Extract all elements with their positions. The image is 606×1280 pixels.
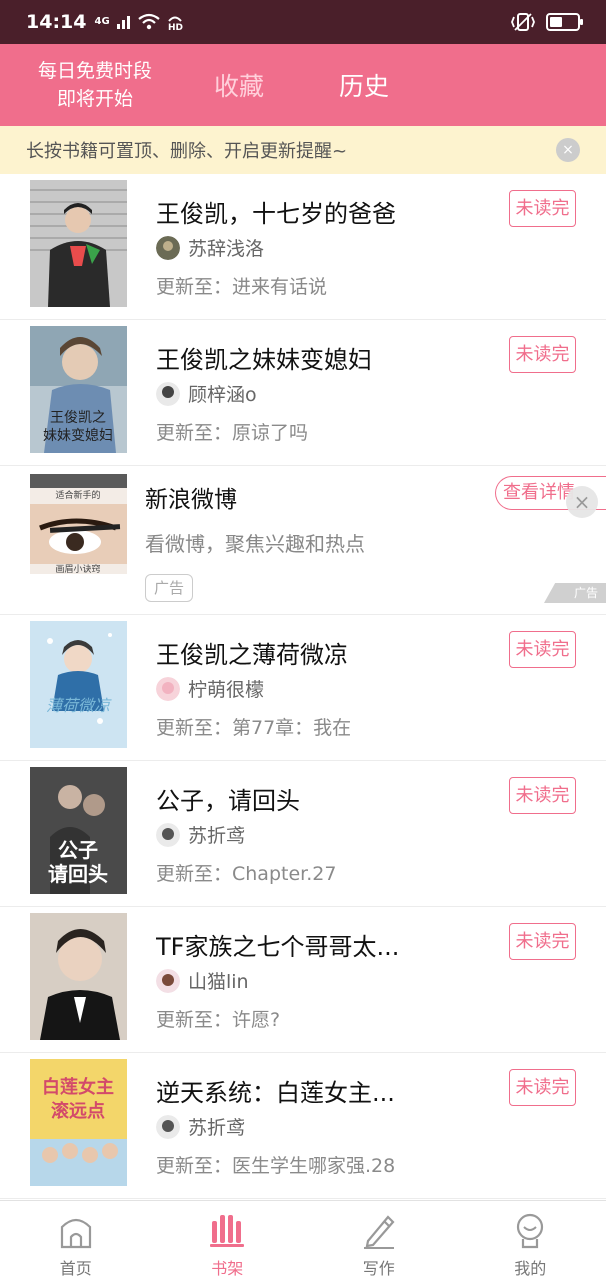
book-title: 王俊凯，十七岁的爸爸 [156,200,396,228]
book-item[interactable]: 王俊凯之 妹妹变媳妇 王俊凯之妹妹变媳妇 顾梓涵o 更新至：原谅了吗 未读完 [0,320,606,466]
book-author: 苏辞浅洛 [156,234,264,261]
book-title: 王俊凯之妹妹变媳妇 [156,346,372,374]
signal-icon [116,16,130,29]
ad-item[interactable]: 适合新手的 画眉小诀窍 新浪微博 看微博，聚焦兴趣和热点 广告 查看详情 × 广告 [0,466,606,615]
header-bar: 每日免费时段 即将开始 收藏 历史 [0,44,606,126]
status-badge: 未读完 [509,336,576,373]
svg-text:滚远点: 滚远点 [51,1100,105,1122]
status-badge: 未读完 [509,923,576,960]
update-info: 更新至：第77章：我在 [156,717,352,739]
book-title: 公子，请回头 [156,787,300,815]
book-author: 柠萌很檬 [156,675,264,702]
book-author: 顾梓涵o [156,380,257,407]
nav-label: 我的 [514,1259,547,1278]
cover-text: 白莲女主 [42,1076,114,1098]
nav-write[interactable]: 写作 [303,1201,455,1280]
svg-text:HD: HD [168,23,183,31]
book-title: TF家族之七个哥哥太... [156,933,400,961]
book-author: 苏折鸢 [156,1113,245,1140]
status-badge: 未读完 [509,777,576,814]
book-cover: 白莲女主 滚远点 [30,1059,127,1186]
nav-home[interactable]: 首页 [0,1201,152,1280]
status-badge: 未读完 [509,631,576,668]
status-bar: 14:14 4G HD [0,0,606,44]
bookshelf-icon [210,1215,245,1247]
svg-text:妹妹变媳妇: 妹妹变媳妇 [43,427,113,444]
close-icon[interactable]: × [556,138,580,162]
ad-mark: 广告 [544,583,606,603]
nav-label: 首页 [59,1259,92,1278]
book-author: 山猫lin [156,967,249,994]
clock: 14:14 [26,11,87,33]
battery-icon [546,13,583,31]
update-info: 更新至：原谅了吗 [156,422,309,444]
cover-text: 薄荷微凉 [46,696,112,715]
free-slot-line2: 即将开始 [56,88,133,110]
wifi-icon [137,13,160,30]
author-name: 苏辞浅洛 [188,238,265,260]
ad-title: 新浪微博 [145,487,237,513]
book-cover: 公子 请回头 [30,767,127,894]
nav-label: 书架 [211,1259,244,1278]
author-name: 苏折鸢 [188,1117,246,1139]
nav-bookshelf[interactable]: 书架 [152,1201,304,1280]
tip-banner: 长按书籍可置顶、删除、开启更新提醒~ × [0,126,606,174]
free-slot-line1: 每日免费时段 [37,60,152,82]
network-type: 4G [94,16,110,27]
avatar [156,968,180,993]
tab-history[interactable]: 历史 [339,67,389,103]
book-item[interactable]: 王俊凯，十七岁的爸爸 苏辞浅洛 更新至：进来有话说 未读完 [0,174,606,320]
cover-text: 公子 [58,838,98,862]
cover-text: 王俊凯之 [50,410,106,426]
book-title: 王俊凯之薄荷微凉 [156,641,348,669]
profile-icon [517,1213,544,1249]
update-info: 更新至：医生学生哪家强.28 [156,1155,396,1177]
book-item[interactable]: 公子 请回头 公子，请回头 苏折鸢 更新至：Chapter.27 未读完 [0,761,606,907]
ad-image-bottom-text: 画眉小诀窍 [55,563,100,574]
free-slot-banner[interactable]: 每日免费时段 即将开始 [0,57,184,113]
book-item[interactable]: 白莲女主 滚远点 逆天系统：白莲女主... 苏折鸢 更新至：医生学生哪家强.28 … [0,1053,606,1199]
svg-text:请回头: 请回头 [48,862,108,886]
update-info: 更新至：许愿? [156,1009,281,1031]
update-info: 更新至：Chapter.27 [156,863,337,885]
bookshelf-list: 王俊凯，十七岁的爸爸 苏辞浅洛 更新至：进来有话说 未读完 王俊凯之 妹妹变媳妇 … [0,174,606,1199]
ad-image-top-text: 适合新手的 [55,489,100,501]
pencil-icon [363,1215,395,1249]
ad-image: 适合新手的画眉小诀窍 [30,474,127,574]
nav-profile[interactable]: 我的 [455,1201,606,1280]
vibrate-icon [511,13,535,31]
author-name: 苏折鸢 [188,825,246,847]
author-name: 山猫lin [188,971,249,993]
book-title: 逆天系统：白莲女主... [156,1079,395,1107]
book-cover: 王俊凯之 妹妹变媳妇 [30,326,127,453]
ad-tag: 广告 [145,574,193,602]
avatar [156,1114,180,1139]
ad-description: 看微博，聚焦兴趣和热点 [145,532,365,556]
book-cover: 薄荷微凉 [30,621,127,748]
book-cover [30,180,127,307]
avatar [156,676,180,701]
tip-text: 长按书籍可置顶、删除、开启更新提醒~ [26,141,348,162]
status-badge: 未读完 [509,1069,576,1106]
status-badge: 未读完 [509,190,576,227]
home-icon [60,1218,91,1249]
author-name: 顾梓涵o [188,384,257,406]
avatar [156,381,180,406]
hd-icon: HD [168,16,183,31]
bottom-nav: 首页 书架 写作 我的 [0,1200,606,1280]
update-info: 更新至：进来有话说 [156,276,328,298]
book-item[interactable]: 薄荷微凉 王俊凯之薄荷微凉 柠萌很檬 更新至：第77章：我在 未读完 [0,615,606,761]
close-icon[interactable]: × [566,486,598,518]
book-cover [30,913,127,1040]
avatar [156,822,180,847]
nav-label: 写作 [362,1259,395,1278]
tab-favorites[interactable]: 收藏 [214,67,264,103]
author-name: 柠萌很檬 [188,679,265,701]
avatar [156,235,180,260]
book-item[interactable]: TF家族之七个哥哥太... 山猫lin 更新至：许愿? 未读完 [0,907,606,1053]
book-author: 苏折鸢 [156,821,245,848]
